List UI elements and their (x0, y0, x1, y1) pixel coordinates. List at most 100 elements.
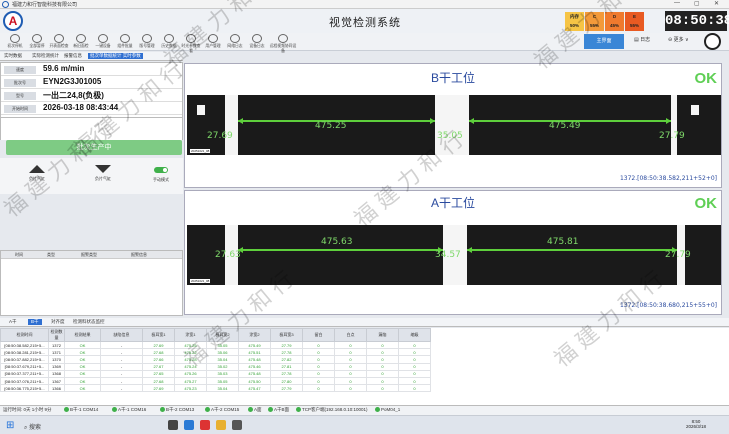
table-row[interactable]: [08:50:37.377,211+5... 1368 OK -27.65 475.26… (0, 369, 431, 378)
table-col-header[interactable]: 缩级 (398, 328, 431, 342)
tab-alignment[interactable]: 对齐度 (48, 319, 68, 325)
window-titlebar: 福建力和行智能科技有限公司 — ▢ ✕ (0, 0, 729, 9)
left-blank-area (0, 118, 183, 140)
table-cell: 475.48 (238, 369, 271, 378)
toolbar-devlog-button[interactable]: 设备日志 (246, 34, 268, 49)
table-col-header[interactable]: 检测数量 (48, 328, 65, 342)
table-col-header[interactable]: 极耳宽2 (206, 328, 239, 342)
measure-line (467, 249, 677, 251)
alarm-table-header: 时间 类型 报警类型 报警信息 (1, 251, 182, 259)
table-cell: - (100, 376, 143, 386)
table-cell: 27.82 (270, 355, 303, 364)
cylinder-up-button[interactable]: 负片气缸 (22, 165, 52, 182)
clock: 08:50:38 (665, 11, 729, 31)
wps-icon[interactable] (200, 420, 210, 430)
close-button[interactable]: ✕ (714, 0, 719, 7)
table-cell: 0 (366, 384, 399, 393)
edge-icon[interactable] (184, 420, 194, 430)
table-cell: - (100, 369, 143, 378)
table-row[interactable]: [08:50:37.679,211+5... 1369 OK -27.67 475.24… (0, 362, 431, 371)
table-cell: 27.79 (270, 340, 303, 350)
table-row[interactable]: [08:50:38.281,215+5... 1371 OK -27.68 475.22… (0, 348, 431, 357)
toolbar-netlog-button[interactable]: 网络日志 (224, 34, 246, 49)
table-row[interactable]: [08:50:37.882,215+5... 1370 OK -27.66 475.28… (0, 355, 431, 364)
table-col-header[interactable]: 留白 (302, 328, 335, 342)
alarm-col-alarm-type: 报警类型 (81, 252, 97, 257)
toolbar-users-button[interactable]: 用户管理 (202, 34, 224, 49)
status-ok-icon (375, 407, 380, 413)
table-col-header[interactable]: 漏箔 (366, 328, 399, 342)
toolbar-params-button[interactable]: 时光参数查看 (180, 34, 202, 54)
toolbar-device-button[interactable]: 一键设备 (92, 34, 114, 49)
table-col-header[interactable]: 检测时间 (0, 328, 49, 342)
main-view-button[interactable]: 主界面 (584, 34, 624, 49)
arrow-up-icon (29, 165, 45, 173)
table-cell: 0 (398, 348, 431, 357)
table-cell: 475.46 (238, 362, 271, 371)
table-cell: 35.02 (206, 362, 239, 371)
maximize-button[interactable]: ▢ (694, 0, 700, 7)
taskbar-clock: 8:50 2026/3/18 (686, 419, 707, 429)
tab-realtime-data[interactable]: 实时数据 (2, 53, 24, 59)
chevron-down-icon: ∨ (683, 37, 689, 43)
minimize-button[interactable]: — (674, 0, 680, 6)
table-col-header[interactable]: 涂宽2 (238, 328, 271, 342)
toolbar-history-button[interactable]: 历史数据 (158, 34, 180, 49)
table-cell: 0 (302, 362, 335, 371)
table-row[interactable]: [08:50:37.076,211+5... 1367 OK -27.68 475.27… (0, 376, 431, 386)
table-cell: 475.22 (174, 348, 207, 357)
table-cell: 0 (334, 362, 367, 371)
table-row[interactable]: [08:50:36.775,215+5... 1366 OK -27.69 475.23… (0, 384, 431, 393)
table-cell: 35.06 (206, 348, 239, 357)
version-icon (142, 34, 152, 43)
manual-mode-toggle[interactable]: 手动模式 (146, 166, 176, 183)
table-cell: OK (64, 340, 101, 350)
more-button[interactable]: ⊖ 更多 ∨ (668, 36, 689, 43)
app-icon[interactable] (232, 420, 242, 430)
table-col-header[interactable]: 涂宽1 (174, 328, 207, 342)
toolbar-stop-button[interactable]: 初次停机 (4, 34, 26, 49)
table-cell: 475.25 (174, 340, 207, 350)
table-cell: 0 (334, 369, 367, 378)
task-view-icon[interactable] (168, 420, 178, 430)
tab-batch-stats[interactable]: 批次单数据统计 实时参数 (88, 53, 143, 59)
tab-material-monitor[interactable]: 检测料状态监控 (70, 319, 108, 325)
taskbar-search[interactable]: ⌕ 搜索 (24, 422, 41, 432)
table-cell: OK (64, 362, 101, 371)
production-status-button[interactable]: 批次生产中 (6, 140, 182, 155)
user-avatar[interactable] (704, 33, 721, 50)
toolbar-inspect-button[interactable]: 新旧面检 (70, 34, 92, 49)
table-col-header[interactable]: 检测结果 (64, 328, 101, 342)
tab-a-dry[interactable]: A干 (6, 319, 20, 325)
log-button[interactable]: ▤ 日志 (634, 36, 650, 43)
tab-b-dry[interactable]: B干 (28, 319, 42, 325)
table-col-header[interactable]: 极耳宽3 (270, 328, 303, 342)
toolbar-version-button[interactable]: 版号管理 (136, 34, 158, 49)
status-ok-icon (112, 407, 117, 413)
table-cell: 27.69 (142, 340, 175, 350)
tab-alarm-info[interactable]: 报警信息 (62, 53, 84, 59)
info-row-start-time: 开始时间 2026-03-18 08:43:44 (1, 102, 182, 115)
toolbar-remote-button[interactable]: 远程视频协同设备 (268, 34, 298, 54)
table-col-header[interactable]: 极耳宽1 (142, 328, 175, 342)
windows-start-icon[interactable]: ⊞ (6, 420, 14, 431)
cylinder-down-button[interactable]: 负片气缸 (88, 165, 118, 182)
stop-icon (10, 34, 20, 43)
table-row[interactable]: [08:50:38.582,215+5... 1372 OK -27.69 475.25… (0, 340, 431, 350)
status-bar: 运行时间: 0天 1小时 9分 B干-1 COM14 A干-1 COM16 B干… (0, 405, 729, 415)
window-title: 福建力和行智能科技有限公司 (12, 2, 78, 8)
toolbar-batch-button[interactable]: 组件批量 (114, 34, 136, 49)
table-cell: - (100, 355, 143, 364)
station-b-measure-info: 1372.[08:50:38.582,211+52+0] (619, 175, 717, 182)
table-col-header[interactable]: 白点 (334, 328, 367, 342)
alarm-col-info: 报警信息 (131, 252, 147, 257)
toolbar-surface-button[interactable]: 开表面检查 (48, 34, 70, 49)
toolbar-pause-button[interactable]: 全部暂停 (26, 34, 48, 49)
table-cell: 0 (398, 384, 431, 393)
tab-detect-stats[interactable]: 实际检测统计 (30, 53, 61, 59)
explorer-icon[interactable] (216, 420, 226, 430)
table-cell: OK (64, 384, 101, 393)
app-small-icon (2, 1, 9, 8)
table-col-header[interactable]: 缺陷信息 (100, 328, 143, 342)
table-cell: 0 (398, 340, 431, 350)
